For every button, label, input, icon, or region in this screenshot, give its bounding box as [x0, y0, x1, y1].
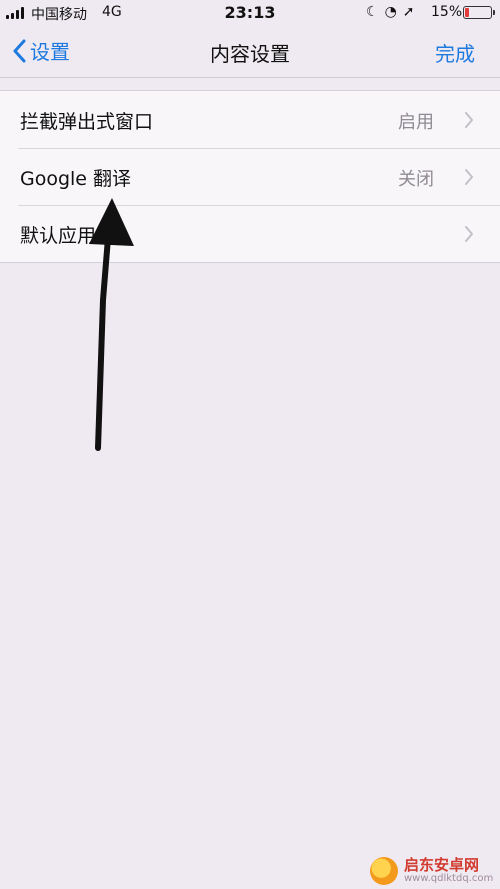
chevron-right-icon [465, 169, 473, 185]
settings-list: 拦截弹出式窗口 启用 Google 翻译 关闭 默认应用 [0, 90, 500, 263]
watermark-brand: 启东安卓网 [404, 856, 480, 874]
screen: 中国移动 4G 23:13 ☾◔➚ 15% 设置 内容设置 完成 拦截弹出式窗口… [0, 0, 500, 889]
settings-row-value: 启用 [398, 112, 434, 133]
settings-row-label: Google 翻译 [20, 168, 132, 190]
battery-percent: 15% [431, 4, 463, 20]
settings-row-google-translate[interactable]: Google 翻译 关闭 [0, 148, 500, 205]
watermark: 启东安卓网 www.qdlktdq.com [370, 857, 493, 885]
watermark-logo-icon [370, 857, 398, 885]
status-bar: 中国移动 4G 23:13 ☾◔➚ 15% [0, 0, 500, 26]
battery-icon [463, 6, 495, 19]
orientation-lock-icon: ◔ [384, 4, 403, 20]
status-icons: ☾◔➚ [366, 4, 421, 20]
chevron-right-icon [465, 112, 473, 128]
navigation-bar: 设置 内容设置 完成 [0, 26, 500, 78]
settings-row-value: 关闭 [398, 169, 434, 190]
page-title: 内容设置 [210, 42, 290, 66]
watermark-url: www.qdlktdq.com [404, 873, 494, 884]
location-icon: ➚ [402, 4, 421, 20]
status-time: 23:13 [224, 3, 276, 22]
settings-row-block-popups[interactable]: 拦截弹出式窗口 启用 [0, 91, 500, 148]
moon-icon: ☾ [366, 4, 385, 20]
settings-row-label: 拦截弹出式窗口 [20, 111, 154, 133]
settings-row-label: 默认应用 [20, 225, 97, 247]
settings-row-default-app[interactable]: 默认应用 [0, 205, 500, 262]
done-button[interactable]: 完成 [435, 38, 475, 67]
chevron-right-icon [465, 226, 473, 242]
battery-fill [465, 8, 469, 17]
